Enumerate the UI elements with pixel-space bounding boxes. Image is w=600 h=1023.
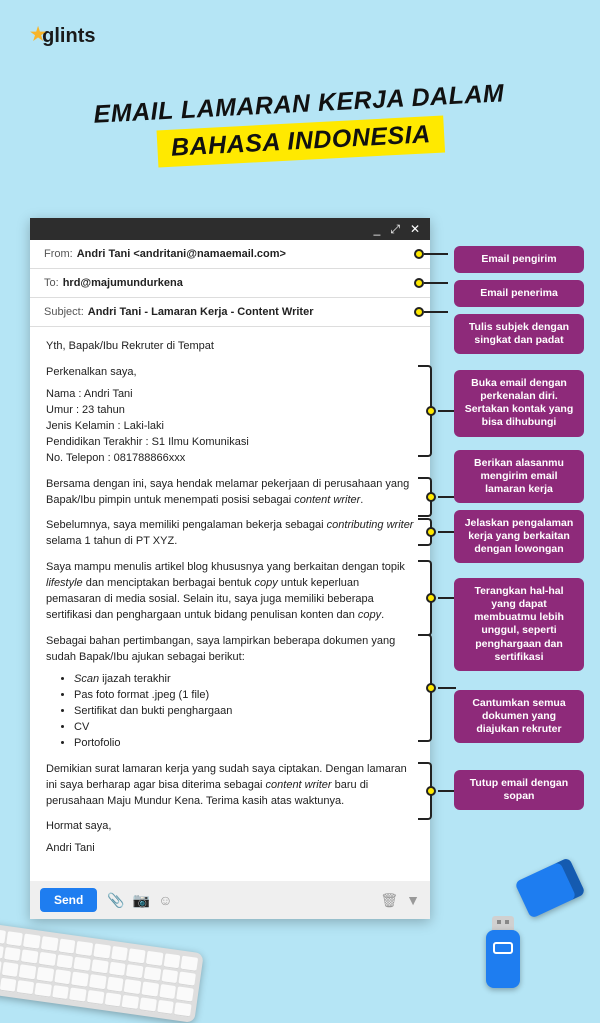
compose-footer: Send 📎 📷 ☺ 🗑 ▼ (30, 881, 430, 919)
experience-paragraph: Sebelumnya, saya memiliki pengalaman bek… (46, 518, 414, 550)
keyboard-illustration (0, 923, 204, 1023)
dot-icon (426, 527, 436, 537)
annotation-docs: Cantumkan semua dokumen yang diajukan re… (454, 690, 584, 743)
connector (414, 307, 448, 317)
connector (414, 278, 448, 288)
intro-line: Pendidikan Terakhir : S1 Ilmu Komunikasi (46, 435, 414, 451)
close-icon[interactable]: ✕ (410, 222, 420, 236)
dot-icon (426, 593, 436, 603)
sender-name: Andri Tani (46, 841, 414, 857)
intro-line: Umur : 23 tahun (46, 403, 414, 419)
intro-lines: Nama : Andri TaniUmur : 23 tahunJenis Ke… (46, 387, 414, 467)
closing-paragraph: Demikian surat lamaran kerja yang sudah … (46, 762, 414, 810)
attachment-item: CV (74, 720, 414, 736)
dot-icon (426, 786, 436, 796)
dot-icon (426, 683, 436, 693)
intro-line: Jenis Kelamin : Laki-laki (46, 419, 414, 435)
reason-paragraph: Bersama dengan ini, saya hendak melamar … (46, 477, 414, 509)
send-button[interactable]: Send (40, 888, 97, 912)
docs-lead: Sebagai bahan pertimbangan, saya lampirk… (46, 634, 414, 666)
annotation-closing: Tutup email dengan sopan (454, 770, 584, 810)
minimize-icon[interactable]: _ (374, 222, 381, 236)
dot-icon (426, 406, 436, 416)
attachment-item: Scan ijazah terakhir (74, 672, 414, 688)
dot-icon (414, 249, 424, 259)
intro-line: Nama : Andri Tani (46, 387, 414, 403)
dot-icon (414, 307, 424, 317)
annotation-strength: Terangkan hal-hal yang dapat membuatmu l… (454, 578, 584, 671)
signoff: Hormat saya, (46, 819, 414, 835)
window-titlebar: _ ⤢ ✕ (30, 218, 430, 240)
to-value: hrd@majumundurkena (63, 277, 183, 289)
annotation-from: Email pengirim (454, 246, 584, 273)
to-label: To: (44, 277, 59, 289)
emoji-icon[interactable]: ☺ (158, 892, 172, 908)
camera-icon[interactable]: 📷 (133, 892, 150, 909)
salutation: Yth, Bapak/Ibu Rekruter di Tempat (46, 339, 414, 355)
attachment-item: Pas foto format .jpeg (1 file) (74, 688, 414, 704)
attachment-item: Sertifikat dan bukti penghargaan (74, 704, 414, 720)
dot-icon (414, 278, 424, 288)
email-subject-row: Subject: Andri Tani - Lamaran Kerja - Co… (30, 298, 430, 327)
attachment-list: Scan ijazah terakhirPas foto format .jpe… (74, 672, 414, 752)
from-label: From: (44, 248, 73, 260)
intro-lead: Perkenalkan saya, (46, 365, 414, 381)
from-value: Andri Tani <andritani@namaemail.com> (77, 248, 286, 260)
email-to-row: To: hrd@majumundurkena (30, 269, 430, 298)
usb-illustration (486, 916, 520, 988)
subject-value: Andri Tani - Lamaran Kerja - Content Wri… (88, 306, 314, 318)
email-body: Yth, Bapak/Ibu Rekruter di Tempat Perken… (30, 327, 430, 881)
annotation-to: Email penerima (454, 280, 584, 307)
trash-icon[interactable]: 🗑 (380, 892, 398, 909)
chevron-down-icon[interactable]: ▼ (406, 892, 420, 909)
dot-icon (426, 492, 436, 502)
attachment-item: Portofolio (74, 736, 414, 752)
email-compose-window: _ ⤢ ✕ From: Andri Tani <andritani@namaem… (30, 218, 430, 919)
email-from-row: From: Andri Tani <andritani@namaemail.co… (30, 240, 430, 269)
annotation-reason: Berikan alasanmu mengirim email lamaran … (454, 450, 584, 503)
subject-label: Subject: (44, 306, 84, 318)
intro-line: No. Telepon : 081788866xxx (46, 451, 414, 467)
annotation-intro: Buka email dengan perkenalan diri. Serta… (454, 370, 584, 437)
attach-icon[interactable]: 📎 (107, 892, 124, 909)
strength-paragraph: Saya mampu menulis artikel blog khususny… (46, 560, 414, 624)
annotation-experience: Jelaskan pengalaman kerja yang berkaitan… (454, 510, 584, 563)
eraser-illustration (514, 857, 585, 919)
star-icon (30, 24, 46, 45)
connector (414, 249, 448, 259)
expand-icon[interactable]: ⤢ (390, 222, 400, 237)
page-title: EMAIL LAMARAN KERJA DALAM BAHASA INDONES… (93, 79, 507, 170)
glints-logo: glints (30, 24, 95, 48)
annotation-subject: Tulis subjek dengan singkat dan padat (454, 314, 584, 354)
